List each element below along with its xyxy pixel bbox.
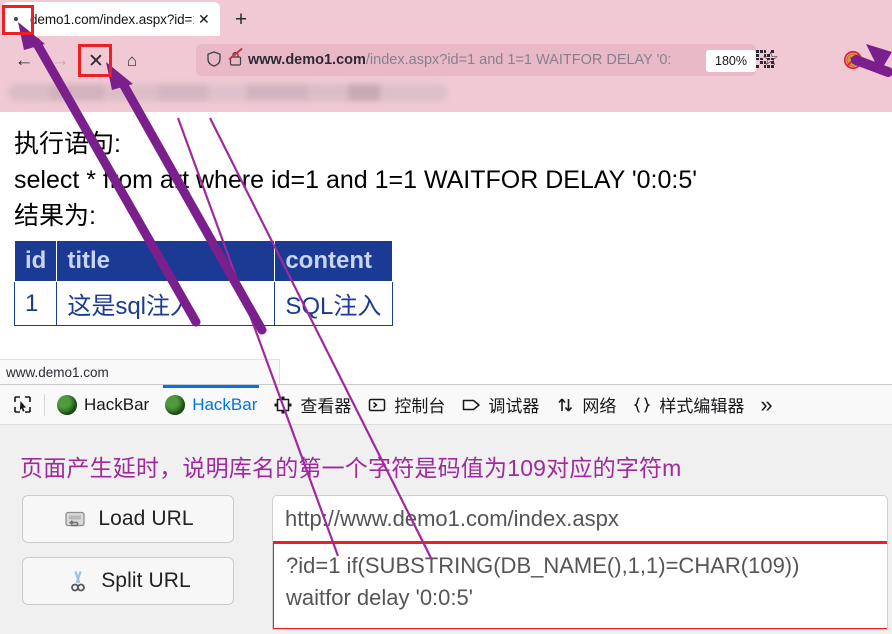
console-icon [367,395,387,415]
tab-strip: demo1.com/index.aspx?id=1 ✕ + [0,0,892,38]
split-url-button[interactable]: Split URL [22,557,234,605]
cell-title: 这是sql注入 [56,281,276,326]
back-button-icon[interactable]: ← [8,46,40,76]
status-bar: www.demo1.com [0,359,280,384]
load-url-icon [62,506,88,532]
load-url-button[interactable]: Load URL [22,495,234,543]
tab-title: demo1.com/index.aspx?id=1 [30,11,194,27]
result-table: id title content 1 这是sql注入 SQL注入 [13,240,394,326]
payload-line-2: waitfor delay '0:0:5' [286,585,473,610]
hackbar-url-textarea[interactable]: http://www.demo1.com/index.aspx ?id=1 if… [272,495,888,630]
firefox-logo-icon [57,394,77,415]
chevron-double-right-icon: » [760,391,773,417]
toolbar-divider [44,393,45,416]
devtools-tab-hackbar-2[interactable]: HackBar [157,384,265,425]
devtools-tab-hackbar-1[interactable]: HackBar [49,385,157,425]
split-url-label: Split URL [101,569,191,592]
payload-line-1: ?id=1 if(SUBSTRING(DB_NAME(),1,1)=CHAR(1… [286,553,800,578]
url-path: /index.aspx?id=1 and 1=1 WAITFOR DELAY '… [365,52,672,68]
hackbar-panel: 页面产生延时，说明库名的第一个字符是码值为109对应的字符m Load URL [0,425,892,634]
scissors-icon [65,568,91,594]
element-picker-icon [12,395,32,415]
devtools-tab-network[interactable]: 网络 [547,385,624,425]
page-sql-statement: select * from art where id=1 and 1=1 WAI… [14,166,697,194]
bookmark-star-icon[interactable]: ☆ [762,48,779,71]
zoom-level-indicator[interactable]: 180% [706,50,756,72]
devtools-tab-console[interactable]: 控制台 [359,385,453,425]
devtools-panel: HackBar HackBar 查看器 控制台 调试器 网络 样式编辑器 » 页… [0,384,892,634]
devtools-tab-debugger[interactable]: 调试器 [453,385,547,425]
table-header-row: id title content [13,240,394,282]
browser-chrome: demo1.com/index.aspx?id=1 ✕ + ← → ✕ ⌂ ww… [0,0,892,112]
hackbar-url-value: http://www.demo1.com/index.aspx [285,506,619,531]
page-label-statement: 执行语句: [14,130,121,158]
devtools-tab-label: 网络 [582,397,617,416]
table-row: 1 这是sql注入 SQL注入 [13,281,394,326]
new-tab-button[interactable]: + [228,8,254,32]
devtools-tab-label: 调试器 [488,397,540,416]
tab-close-icon[interactable]: ✕ [198,12,212,26]
devtools-toolbar: HackBar HackBar 查看器 控制台 调试器 网络 样式编辑器 » [0,384,892,425]
highlight-box-tab-spinner [2,5,34,35]
table-header-title: title [56,240,276,282]
cell-content: SQL注入 [274,281,394,326]
url-bar[interactable]: www.demo1.com/index.aspx?id=1 and 1=1 WA… [196,44,756,76]
network-icon [555,395,575,415]
broken-lock-icon[interactable] [224,47,246,69]
home-button-icon[interactable]: ⌂ [116,46,148,76]
load-url-label: Load URL [98,507,194,530]
annotation-note: 页面产生延时，说明库名的第一个字符是码值为109对应的字符m [20,455,682,481]
shield-icon[interactable] [204,50,224,70]
devtools-tab-label: 样式编辑器 [659,397,745,416]
status-bar-text: www.demo1.com [6,364,109,380]
firefox-logo-icon [165,394,186,415]
highlight-box-stop-button [78,44,112,77]
page-label-result: 结果为: [14,202,96,230]
url-text: www.demo1.com/index.aspx?id=1 and 1=1 WA… [248,52,748,68]
url-domain: www.demo1.com [248,52,366,68]
devtools-tab-label: 查看器 [300,397,352,416]
devtools-tab-label: HackBar [84,394,150,414]
table-header-id: id [13,240,58,282]
debugger-icon [461,395,481,415]
cookie-blocked-icon[interactable] [843,50,863,70]
hackbar-button-group: Load URL Split URL [22,495,234,619]
devtools-tab-inspector[interactable]: 查看器 [265,385,359,425]
devtools-tab-style-editor[interactable]: 样式编辑器 [624,385,752,425]
bookmarks-toolbar-blurred [0,78,892,112]
cell-id: 1 [13,281,58,326]
style-editor-icon [632,395,652,415]
devtools-tab-label: HackBar [192,394,258,414]
forward-button-icon: → [50,50,70,71]
devtools-tab-label: 控制台 [394,397,446,416]
devtools-overflow-button[interactable]: » [752,385,780,425]
inspector-icon [273,395,293,415]
element-picker-button[interactable] [4,385,40,425]
table-header-content: content [274,240,394,282]
browser-tab[interactable]: demo1.com/index.aspx?id=1 ✕ [2,2,220,36]
page-content: 执行语句: select * from art where id=1 and 1… [0,112,892,362]
payload-highlight-box: ?id=1 if(SUBSTRING(DB_NAME(),1,1)=CHAR(1… [273,541,887,629]
